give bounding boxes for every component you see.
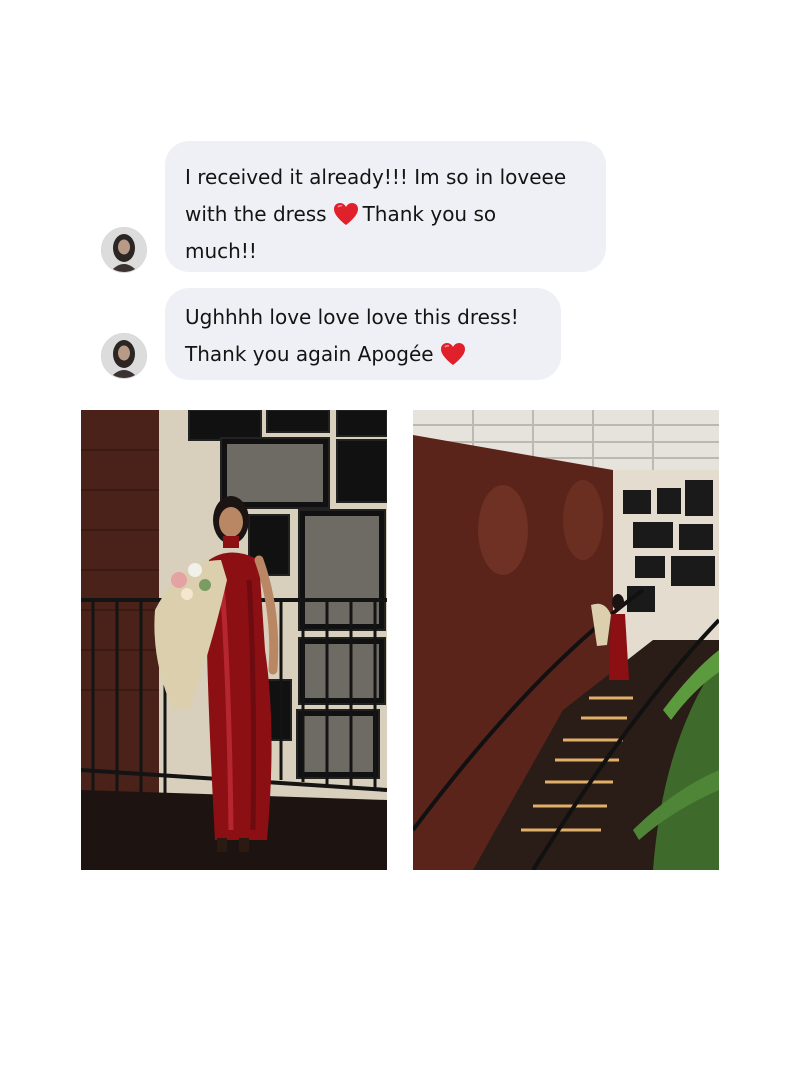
message-bubble: I received it already!!! Im so in loveee… [165,141,606,272]
message-text: I received it already!!! Im so in loveee [185,165,567,189]
red-heart-icon [333,203,358,225]
message-text: with the dress Thank you so [185,202,497,226]
message-bubble: Ughhhh love love love this dress! Thank … [165,288,561,380]
message-text: much!! [185,239,257,263]
message-text: Ughhhh love love love this dress! [185,305,519,329]
avatar[interactable] [101,227,147,273]
customer-photo-left[interactable] [81,410,387,870]
red-heart-icon [440,343,465,365]
avatar[interactable] [101,333,147,379]
message-text: Thank you again Apogée [185,336,561,373]
customer-photo-right[interactable] [413,410,719,870]
